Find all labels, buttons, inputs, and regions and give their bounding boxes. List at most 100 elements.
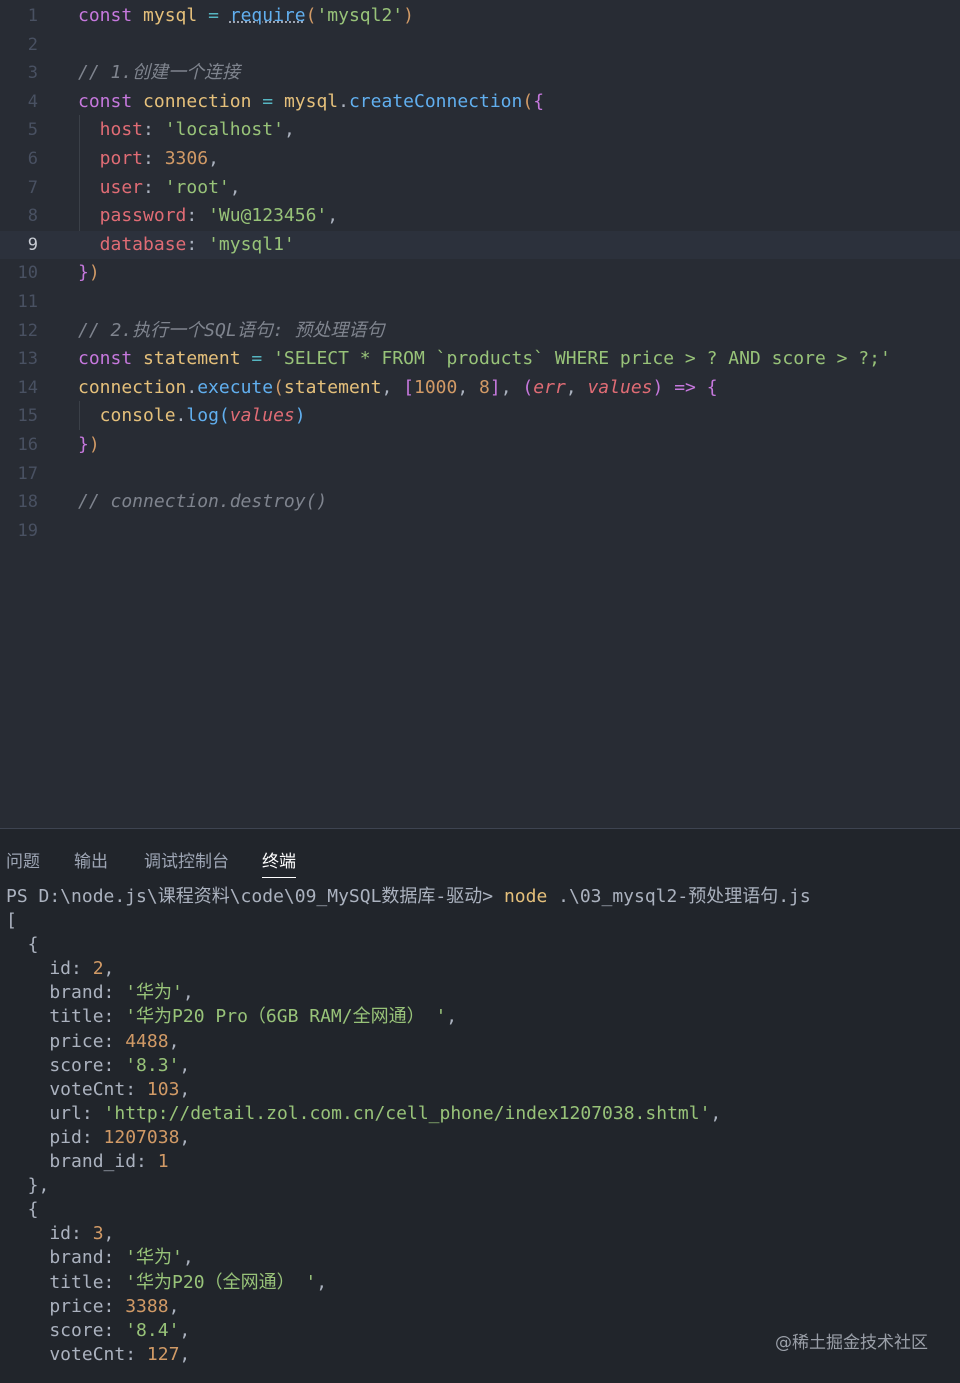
code-editor[interactable]: 1 const mysql = require('mysql2') 2 3 // 1.创… [0, 0, 960, 828]
code-text: const mysql = require('mysql2') [78, 2, 414, 31]
terminal-line: id: 3, [6, 1222, 811, 1246]
line-number: 14 [17, 377, 38, 398]
code-text: port: 3306, [78, 145, 219, 174]
terminal-token: , [179, 1054, 191, 1076]
code-line[interactable]: 3 // 1.创建一个连接 [0, 59, 960, 88]
code-line[interactable]: 19 [0, 517, 960, 546]
code-token: err [533, 376, 566, 398]
terminal-token: 3 [92, 1223, 104, 1245]
terminal-token: voteCnt: [6, 1078, 147, 1100]
terminal-line: score: '8.3', [6, 1054, 811, 1078]
terminal-token: title: [6, 1271, 126, 1293]
code-token: port [78, 148, 144, 169]
terminal-token: , [103, 958, 115, 980]
code-token: mysql [143, 5, 209, 26]
code-token: statement [283, 376, 382, 398]
code-token: // connection.destroy() [78, 491, 328, 513]
terminal-token: , [168, 1295, 180, 1317]
terminal-token: voteCnt: [6, 1343, 147, 1365]
bottom-panel: 问题 输出 调试控制台 终端 PS D:\node.js\课程资料\code\0… [0, 828, 960, 1383]
terminal-line: voteCnt: 103, [6, 1078, 811, 1102]
terminal-token: , [179, 1126, 191, 1148]
code-text: // connection.destroy() [78, 488, 327, 517]
code-line[interactable]: 13 const statement = 'SELECT * FROM `prod… [0, 345, 960, 374]
code-token: const [78, 90, 144, 112]
terminal-line: price: 3388, [6, 1295, 811, 1319]
code-token: ( [522, 376, 534, 398]
code-line[interactable]: 18 // connection.destroy() [0, 488, 960, 517]
code-text: }) [78, 259, 100, 288]
terminal-output[interactable]: PS D:\node.js\课程资料\code\09_MySQL数据库-驱动> … [6, 885, 811, 1367]
panel-tabs: 问题 输出 调试控制台 终端 [0, 829, 960, 879]
code-line[interactable]: 6 port: 3306, [0, 145, 960, 174]
line-number: 15 [17, 406, 38, 427]
code-token: ) [652, 376, 675, 398]
code-line[interactable]: 8 password: 'Wu@123456', [0, 202, 960, 231]
terminal-token: node [503, 886, 548, 907]
code-line[interactable]: 14 connection.execute(statement, [1000, 8… [0, 374, 960, 403]
terminal-token: , [179, 1078, 191, 1100]
code-token: ) [403, 5, 414, 26]
terminal-line: pid: 1207038, [6, 1126, 811, 1150]
tab-output[interactable]: 输出 [74, 847, 108, 872]
code-text: }) [78, 431, 100, 460]
code-line[interactable]: 17 [0, 460, 960, 489]
watermark: @稀土掘金技术社区 [775, 1333, 928, 1353]
code-token: 'localhost' [164, 119, 284, 141]
terminal-token: , [168, 1030, 180, 1052]
terminal-token: id: [6, 1223, 93, 1245]
terminal-token: .\03_mysql2-预处理语句.js [547, 886, 811, 907]
code-line[interactable]: 5 host: 'localhost', [0, 116, 960, 145]
code-token: , [283, 119, 295, 141]
terminal-token: , [316, 1271, 328, 1293]
terminal-line: { [6, 1198, 811, 1222]
code-line[interactable]: 4 const connection = mysql.createConnecti… [0, 88, 960, 117]
code-line[interactable]: 15 console.log(values) [0, 402, 960, 431]
code-text: // 1.创建一个连接 [78, 59, 240, 88]
terminal-token: brand_id: [6, 1151, 158, 1173]
code-line[interactable]: 1 const mysql = require('mysql2') [0, 2, 960, 31]
terminal-token: , [710, 1102, 722, 1124]
line-number: 19 [17, 520, 38, 541]
code-text: const statement = 'SELECT * FROM `produc… [78, 345, 891, 374]
code-token: 3306 [164, 148, 209, 169]
code-token: : [143, 119, 165, 141]
code-token: user [78, 176, 144, 198]
code-token: = [262, 90, 284, 112]
terminal-token: '华为' [125, 982, 183, 1004]
code-token: : [143, 148, 165, 169]
terminal-token: title: [6, 1006, 126, 1028]
code-token: ( [218, 405, 230, 427]
code-token: log [186, 405, 219, 427]
code-line[interactable]: 16}) [0, 431, 960, 460]
terminal-line: brand: '华为', [6, 1246, 811, 1270]
terminal-line: PS D:\node.js\课程资料\code\09_MySQL数据库-驱动> … [6, 885, 811, 909]
terminal-token: score: [6, 1319, 126, 1341]
code-text: password: 'Wu@123456', [78, 202, 338, 231]
code-line[interactable]: 12 // 2.执行一个SQL语句: 预处理语句 [0, 317, 960, 346]
tab-debug-console[interactable]: 调试控制台 [144, 847, 229, 872]
terminal-line: brand_id: 1 [6, 1150, 811, 1174]
code-line[interactable]: 10}) [0, 259, 960, 288]
code-token: // 1.创建一个连接 [78, 62, 241, 84]
tab-problems[interactable]: 问题 [6, 847, 40, 872]
code-line[interactable]: 7 user: 'root', [0, 174, 960, 203]
terminal-token: 'http://detail.zol.com.cn/cell_phone/ind… [103, 1102, 711, 1124]
line-number: 3 [27, 63, 38, 84]
code-token: require [229, 5, 306, 26]
tab-terminal[interactable]: 终端 [262, 847, 296, 878]
code-token: , [457, 376, 480, 398]
line-number: 4 [27, 91, 38, 112]
terminal-token: [ [6, 910, 17, 932]
terminal-token: price: [6, 1295, 126, 1317]
terminal-token: brand: [6, 982, 126, 1004]
code-line[interactable]: 9 database: 'mysql1' [0, 230, 960, 260]
code-line[interactable]: 11 [0, 288, 960, 317]
code-token: 'Wu@123456' [208, 205, 328, 227]
line-number: 18 [17, 492, 38, 513]
line-number: 10 [17, 263, 38, 284]
code-token: connection [143, 90, 263, 112]
code-token: // 2.执行一个SQL语句: 预处理语句 [78, 319, 385, 341]
code-line[interactable]: 2 [0, 31, 960, 60]
code-token: const [78, 5, 144, 26]
